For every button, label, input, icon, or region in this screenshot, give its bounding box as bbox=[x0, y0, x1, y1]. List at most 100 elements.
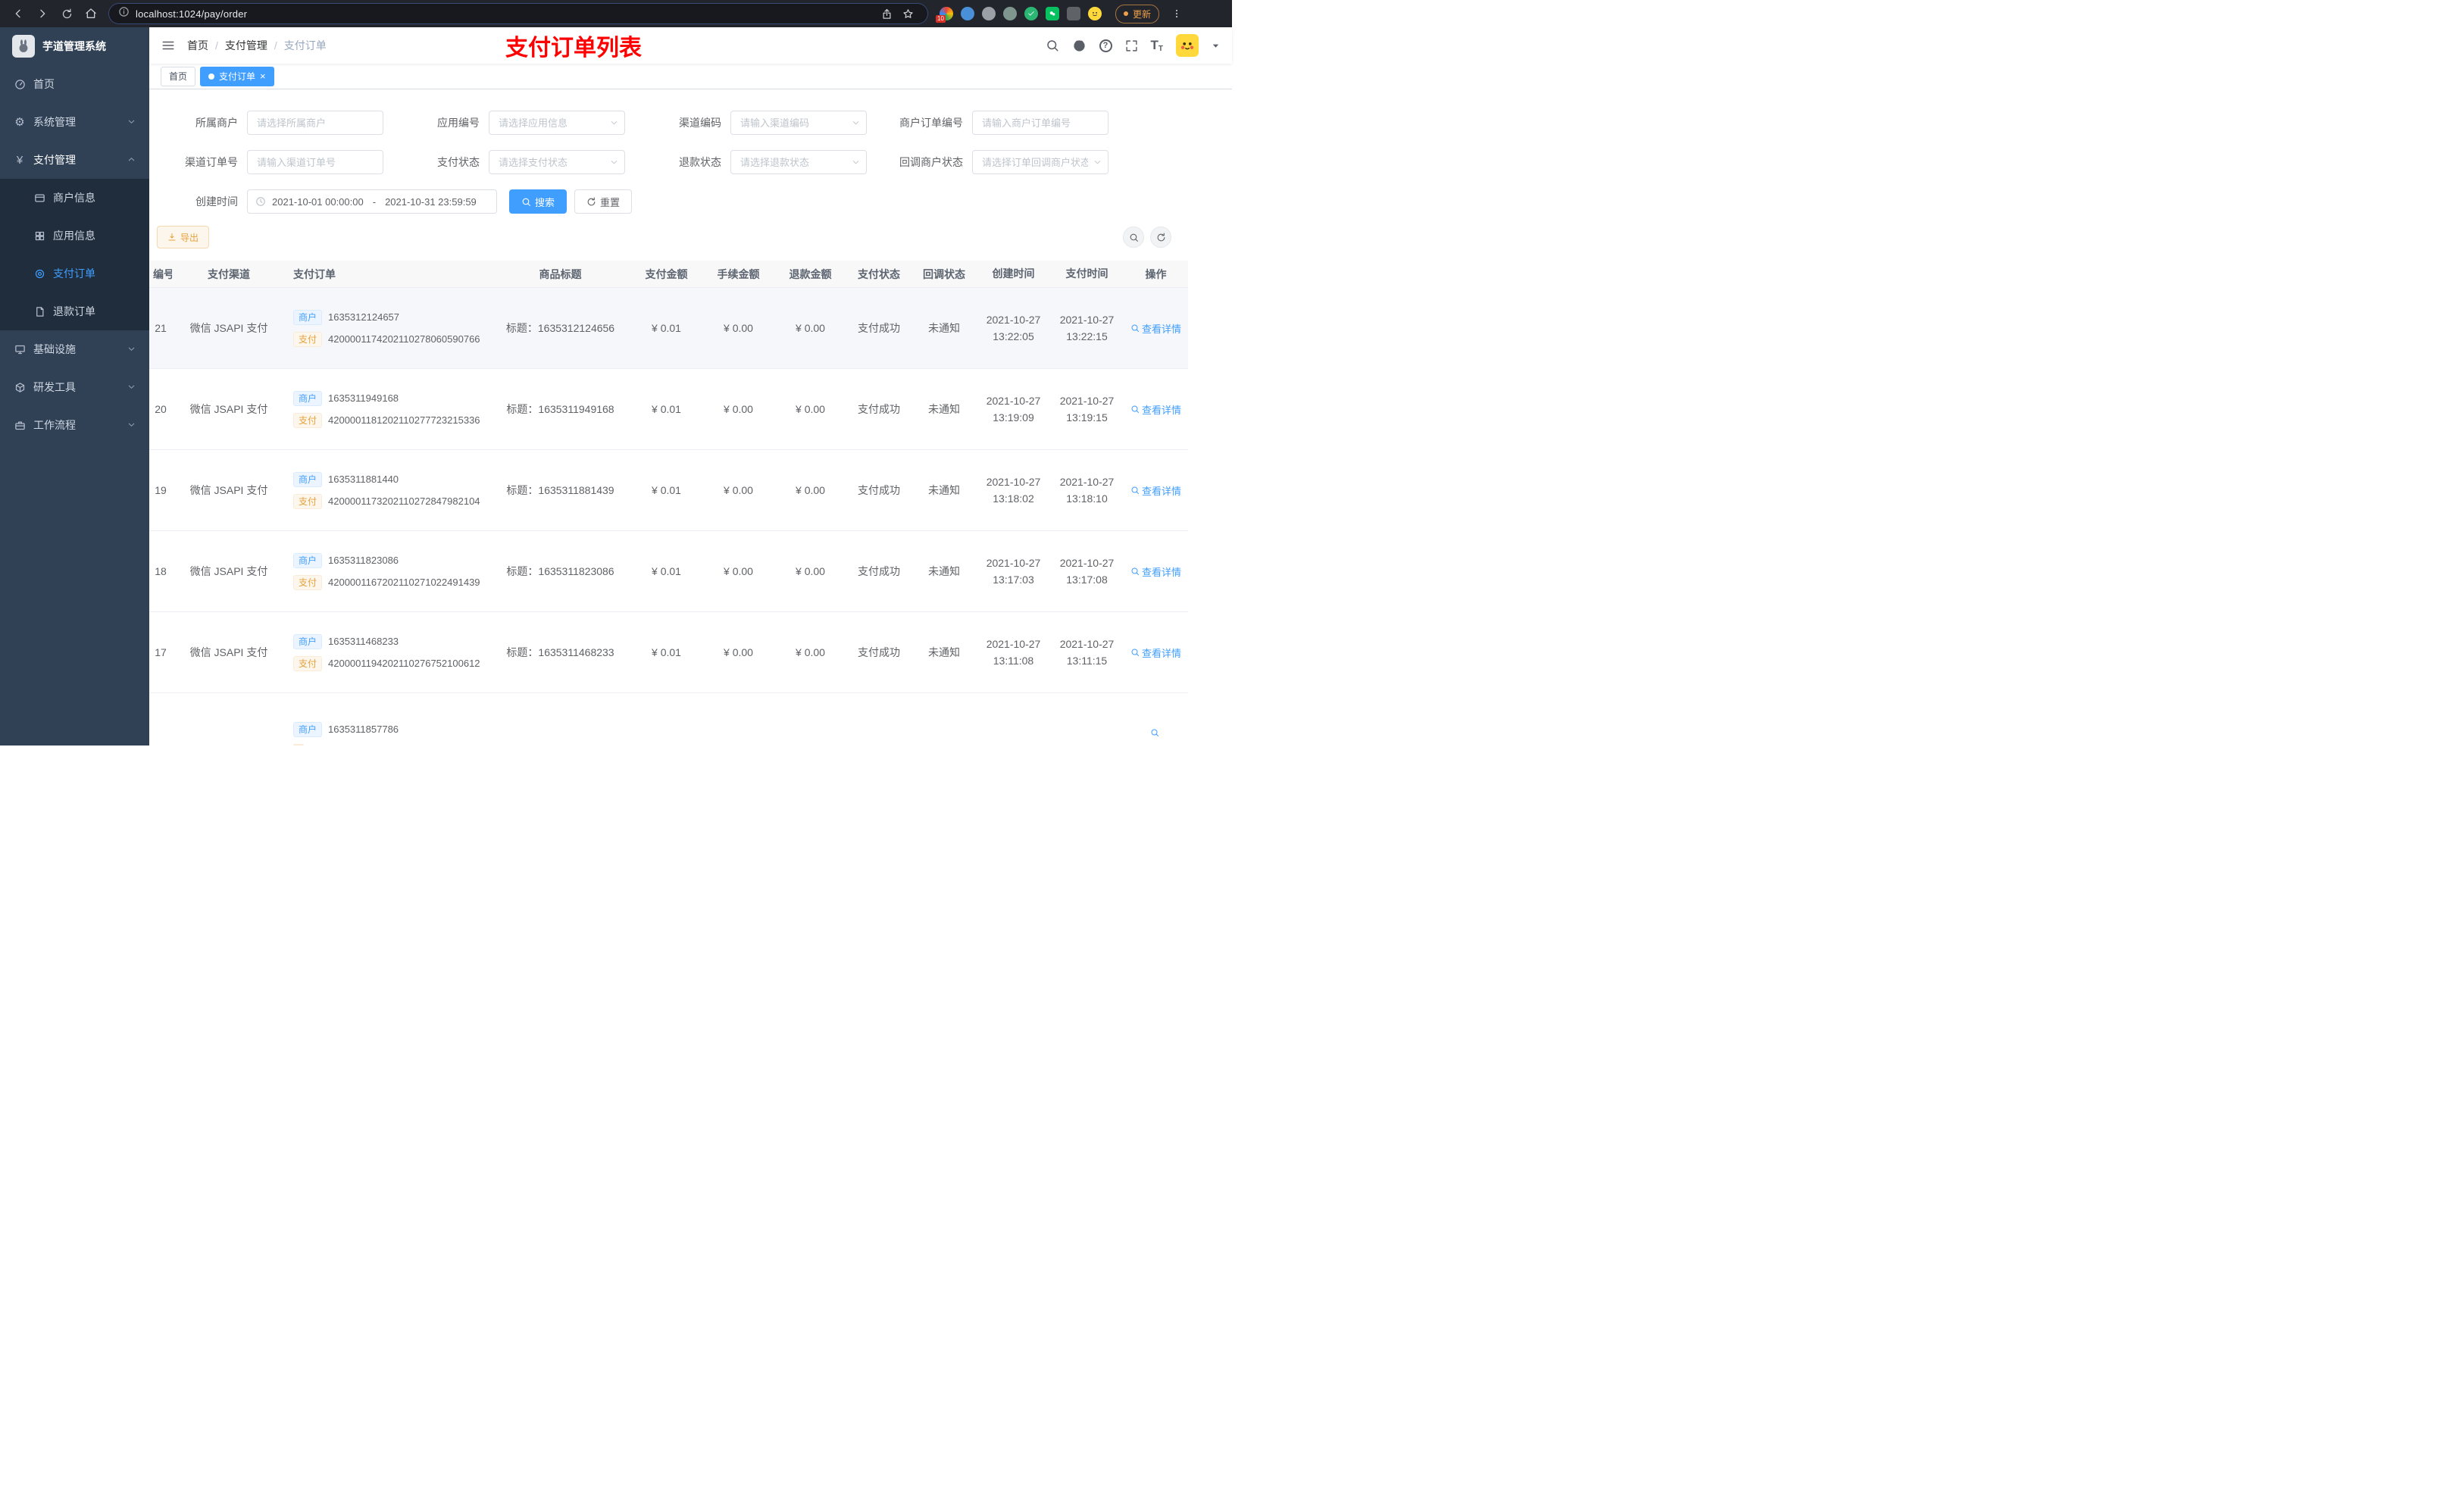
github-icon[interactable] bbox=[1072, 39, 1087, 53]
sidebar-item-app-info[interactable]: 应用信息 bbox=[0, 217, 149, 255]
pay-status-select[interactable] bbox=[489, 150, 625, 174]
tab-close-icon[interactable]: × bbox=[260, 71, 266, 81]
extension-check-icon[interactable] bbox=[1024, 7, 1038, 20]
forward-button[interactable] bbox=[32, 4, 53, 23]
sidebar-toggle-button[interactable] bbox=[161, 39, 175, 52]
cell-refund: ¥ 0.00 bbox=[796, 403, 825, 415]
filter-label: 所属商户 bbox=[195, 117, 238, 129]
reset-button[interactable]: 重置 bbox=[574, 189, 633, 214]
breadcrumb-payment[interactable]: 支付管理 bbox=[225, 38, 267, 53]
cell-actions: 查看详情 bbox=[1124, 483, 1188, 498]
briefcase-icon bbox=[14, 419, 26, 431]
sidebar-item-pay-order[interactable]: 支付订单 bbox=[0, 255, 149, 292]
extension-cluster: 10 更新 bbox=[936, 4, 1182, 23]
pay-tag: 支付 bbox=[293, 412, 323, 428]
channel-code-select[interactable] bbox=[730, 111, 867, 135]
site-info-icon[interactable] bbox=[118, 6, 130, 21]
extension-colorful-icon[interactable]: 10 bbox=[936, 7, 953, 23]
cell-create-time: 2021-10-27 13:11:08 bbox=[986, 637, 1041, 667]
filter-label: 退款状态 bbox=[679, 156, 721, 168]
view-detail-link[interactable]: 查看详情 bbox=[1130, 645, 1181, 660]
sidebar-item-home[interactable]: 首页 bbox=[0, 65, 149, 103]
app-logo[interactable]: 芋道管理系统 bbox=[0, 27, 149, 65]
cell-pay-status: 支付成功 bbox=[858, 322, 900, 334]
reload-button[interactable] bbox=[56, 4, 77, 23]
target-icon bbox=[33, 267, 45, 280]
filter-row-1: 所属商户 应用编号 渠道编码 商户订单编号 bbox=[149, 103, 1232, 142]
toggle-search-button[interactable] bbox=[1123, 227, 1144, 248]
breadcrumb-home[interactable]: 首页 bbox=[187, 38, 208, 53]
extension-dark-icon[interactable] bbox=[1067, 7, 1080, 20]
view-detail-link[interactable]: 查看详情 bbox=[1130, 321, 1181, 336]
back-button[interactable] bbox=[8, 4, 29, 23]
pay-tag: 支付 bbox=[293, 574, 323, 590]
share-icon[interactable] bbox=[876, 4, 897, 23]
export-button[interactable]: 导出 bbox=[157, 226, 210, 248]
bookmark-star-icon[interactable] bbox=[897, 4, 918, 23]
cell-amount: ¥ 0.01 bbox=[652, 484, 681, 496]
merchant-order-no-input[interactable] bbox=[972, 111, 1108, 135]
cell-refund: ¥ 0.00 bbox=[796, 484, 825, 496]
cell-create-time: 2021-10-27 13:22:05 bbox=[986, 313, 1041, 342]
home-button[interactable] bbox=[80, 4, 102, 23]
search-button[interactable]: 搜索 bbox=[509, 189, 568, 214]
merchant-tag: 商户 bbox=[293, 552, 323, 568]
channel-pay-no: 4200001174202110278060590766 bbox=[328, 333, 480, 345]
chevron-down-icon bbox=[127, 419, 136, 431]
browser-menu-icon[interactable] bbox=[1171, 8, 1182, 20]
refund-status-select[interactable] bbox=[730, 150, 867, 174]
url-bar[interactable]: localhost:1024/pay/order bbox=[109, 4, 927, 23]
extension-avatar-icon[interactable] bbox=[1088, 7, 1102, 20]
extension-blue-icon[interactable] bbox=[961, 7, 974, 20]
cell-amount: ¥ 0.01 bbox=[652, 565, 681, 577]
view-detail-link[interactable] bbox=[1150, 728, 1162, 737]
tab-pay-order[interactable]: 支付订单 × bbox=[200, 66, 274, 86]
search-icon[interactable] bbox=[1046, 39, 1059, 52]
browser-update-button[interactable]: 更新 bbox=[1115, 4, 1160, 23]
merchant-filter-input[interactable] bbox=[247, 111, 383, 135]
document-icon bbox=[33, 305, 45, 317]
notify-status-select[interactable] bbox=[972, 150, 1108, 174]
sidebar-item-refund-order[interactable]: 退款订单 bbox=[0, 292, 149, 330]
col-refund: 退款金额 bbox=[789, 267, 832, 280]
extension-gray2-icon[interactable] bbox=[1003, 7, 1017, 20]
cell-refund: ¥ 0.00 bbox=[796, 322, 825, 334]
user-avatar[interactable] bbox=[1176, 34, 1199, 57]
refresh-button[interactable] bbox=[1150, 227, 1171, 248]
chevron-down-icon bbox=[127, 381, 136, 393]
channel-order-no-input[interactable] bbox=[247, 150, 383, 174]
cell-fee: ¥ 0.00 bbox=[724, 322, 753, 334]
extension-wechat-icon[interactable] bbox=[1046, 7, 1059, 20]
sidebar-item-merchant-info[interactable]: 商户信息 bbox=[0, 179, 149, 217]
cell-pay-order: 商户 1635312124657 支付 42000011742021102780… bbox=[286, 303, 490, 354]
create-time-range-picker[interactable]: 2021-10-01 00:00:00 - 2021-10-31 23:59:5… bbox=[247, 189, 497, 214]
cell-notify-status: 未通知 bbox=[928, 565, 960, 577]
url-text: localhost:1024/pay/order bbox=[136, 8, 248, 20]
app-id-select[interactable] bbox=[489, 111, 625, 135]
view-detail-link[interactable]: 查看详情 bbox=[1130, 564, 1181, 579]
filter-row-3: 创建时间 2021-10-01 00:00:00 - 2021-10-31 23… bbox=[149, 182, 1232, 221]
sidebar-item-system[interactable]: ⚙ 系统管理 bbox=[0, 103, 149, 141]
cell-title: 标题：1635311949168 bbox=[506, 403, 614, 415]
cell-pay-time: 2021-10-27 13:19:15 bbox=[1059, 394, 1115, 424]
cell-pay-status: 支付成功 bbox=[858, 403, 900, 415]
help-icon[interactable]: ? bbox=[1099, 39, 1112, 52]
sidebar-item-payment[interactable]: ¥ 支付管理 bbox=[0, 141, 149, 179]
merchant-tag: 商户 bbox=[293, 309, 323, 325]
font-size-icon[interactable]: TT bbox=[1151, 38, 1164, 53]
cell-fee: ¥ 0.00 bbox=[724, 565, 753, 577]
sidebar-item-dev-tools[interactable]: 研发工具 bbox=[0, 368, 149, 406]
fullscreen-icon[interactable] bbox=[1125, 39, 1138, 52]
col-channel: 支付渠道 bbox=[208, 267, 250, 280]
view-detail-link[interactable]: 查看详情 bbox=[1130, 402, 1181, 417]
grid-icon bbox=[33, 230, 45, 242]
view-detail-link[interactable]: 查看详情 bbox=[1130, 483, 1181, 498]
merchant-order-no: 1635311881440 bbox=[328, 474, 399, 485]
update-dot-icon bbox=[1124, 11, 1128, 16]
extension-gray-icon[interactable] bbox=[982, 7, 996, 20]
sidebar-item-workflow[interactable]: 工作流程 bbox=[0, 406, 149, 444]
tab-home[interactable]: 首页 bbox=[161, 66, 196, 86]
sidebar-item-infra[interactable]: 基础设施 bbox=[0, 330, 149, 368]
cell-refund: ¥ 0.00 bbox=[796, 565, 825, 577]
caret-down-icon[interactable] bbox=[1212, 42, 1220, 50]
